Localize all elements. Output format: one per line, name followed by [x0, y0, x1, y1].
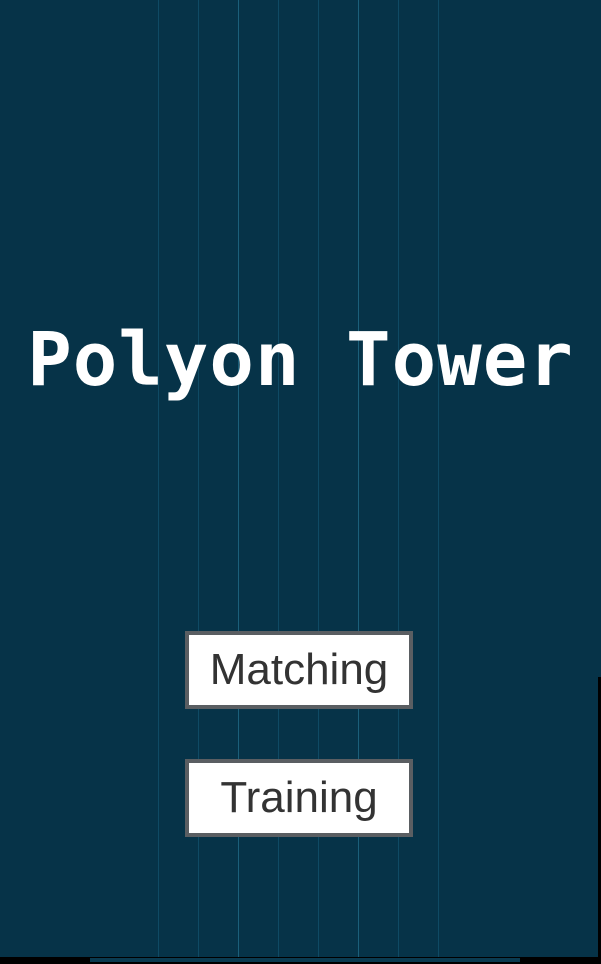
- game-screen: Polyon Tower Matching Training: [0, 0, 601, 964]
- grid-line: [438, 0, 439, 964]
- grid-line: [158, 0, 159, 964]
- matching-button[interactable]: Matching: [185, 631, 413, 709]
- training-button[interactable]: Training: [185, 759, 413, 837]
- bottom-strip: [0, 957, 601, 964]
- strip-segment: [90, 958, 520, 962]
- game-title: Polyon Tower: [27, 317, 574, 403]
